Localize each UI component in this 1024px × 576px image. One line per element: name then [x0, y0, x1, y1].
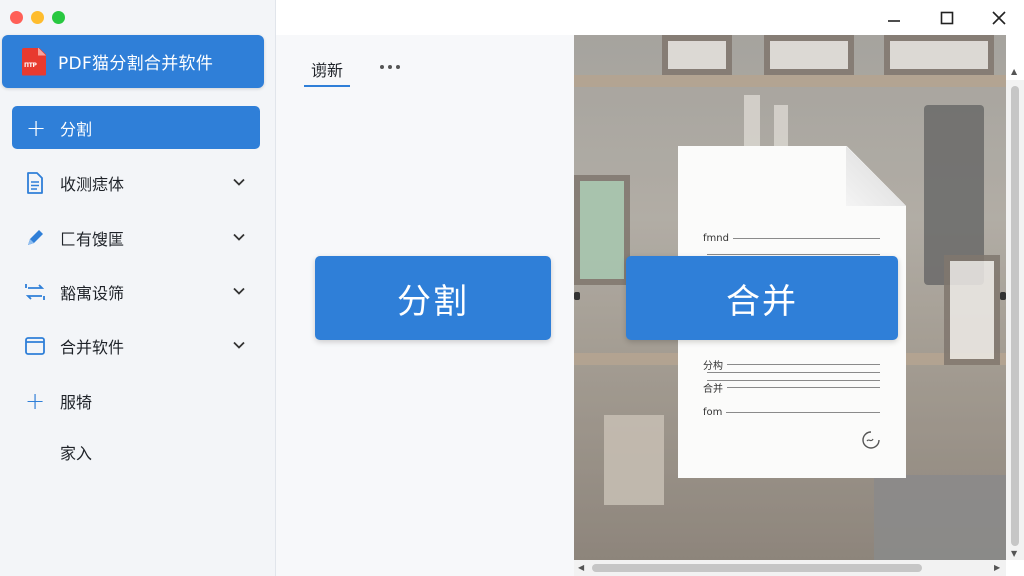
sidebar: ΠΤΡ PDF猫分割合并软件 + 分割 收测痣体 匚有馊匩 豁寓设筛 合并软件 … — [0, 0, 276, 576]
sidebar-item-label: 分割 — [60, 119, 93, 139]
split-button[interactable]: 分割 — [315, 256, 551, 340]
chevron-down-icon[interactable] — [232, 230, 246, 244]
plus-icon: + — [26, 113, 47, 142]
document-line: fom — [703, 407, 880, 418]
scroll-right-icon[interactable]: ▶ — [994, 564, 1000, 572]
plus-icon: + — [24, 387, 46, 415]
sidebar-item-label: 家入 — [60, 444, 93, 463]
sidebar-item-1[interactable]: 匚有馊匩 — [24, 223, 254, 253]
scroll-up-icon[interactable]: ▲ — [1011, 68, 1017, 76]
zoom-window-button[interactable] — [52, 11, 65, 24]
tab-refresh[interactable]: 谫新 — [304, 57, 350, 87]
sidebar-item-label: 服犄 — [60, 393, 93, 412]
scroll-down-icon[interactable]: ▼ — [1011, 550, 1017, 558]
transfer-icon — [24, 280, 46, 304]
sidebar-item-label: 合并软件 — [60, 338, 125, 357]
edge-marker — [574, 292, 580, 300]
chevron-down-icon[interactable] — [232, 175, 246, 189]
document-line: 分构 — [703, 357, 880, 372]
minimize-button[interactable] — [884, 8, 904, 28]
minimize-icon — [888, 20, 900, 22]
close-window-button[interactable] — [10, 11, 23, 24]
app-brand-header[interactable]: ΠΤΡ PDF猫分割合并软件 — [2, 35, 264, 88]
sidebar-item-0[interactable]: 收测痣体 — [24, 168, 254, 198]
window-icon — [24, 334, 46, 358]
sidebar-item-3[interactable]: 合并软件 — [24, 331, 254, 361]
horizontal-scrollbar[interactable]: ◀ ▶ — [574, 560, 1006, 576]
blank-icon — [24, 440, 46, 464]
pdf-logo-icon: ΠΤΡ — [22, 47, 46, 76]
window-traffic-lights — [10, 11, 65, 24]
horizontal-scroll-thumb[interactable] — [592, 564, 922, 572]
minimize-window-button[interactable] — [31, 11, 44, 24]
chevron-down-icon[interactable] — [232, 338, 246, 352]
maximize-icon — [940, 11, 954, 25]
close-button[interactable] — [989, 8, 1009, 28]
maximize-button[interactable] — [937, 8, 957, 28]
signature-stamp-icon — [862, 431, 880, 449]
more-icon[interactable] — [380, 57, 406, 77]
app-title: PDF猫分割合并软件 — [58, 54, 214, 74]
sidebar-item-label: 豁寓设筛 — [60, 284, 125, 303]
document-line: fmnd — [703, 233, 880, 244]
vertical-scroll-thumb[interactable] — [1011, 86, 1019, 546]
vertical-scrollbar[interactable]: ▲ ▼ — [1006, 68, 1024, 560]
close-icon — [992, 11, 1006, 25]
sidebar-item-split[interactable]: + 分割 — [12, 106, 260, 149]
document-line — [703, 372, 880, 373]
scroll-left-icon[interactable]: ◀ — [578, 564, 584, 572]
chevron-down-icon[interactable] — [232, 284, 246, 298]
sidebar-item-label: 匚有馊匩 — [60, 230, 125, 249]
sidebar-item-2[interactable]: 豁寓设筛 — [24, 277, 254, 307]
pencil-icon — [24, 226, 46, 250]
sidebar-item-label: 收测痣体 — [60, 175, 125, 194]
sidebar-item-4[interactable]: + 服犄 — [24, 386, 254, 416]
sidebar-item-5[interactable]: 家入 — [24, 437, 254, 467]
document-line: 合并 — [703, 380, 880, 395]
document-icon — [24, 171, 46, 195]
document-line — [703, 254, 880, 255]
merge-button[interactable]: 合并 — [626, 256, 898, 340]
